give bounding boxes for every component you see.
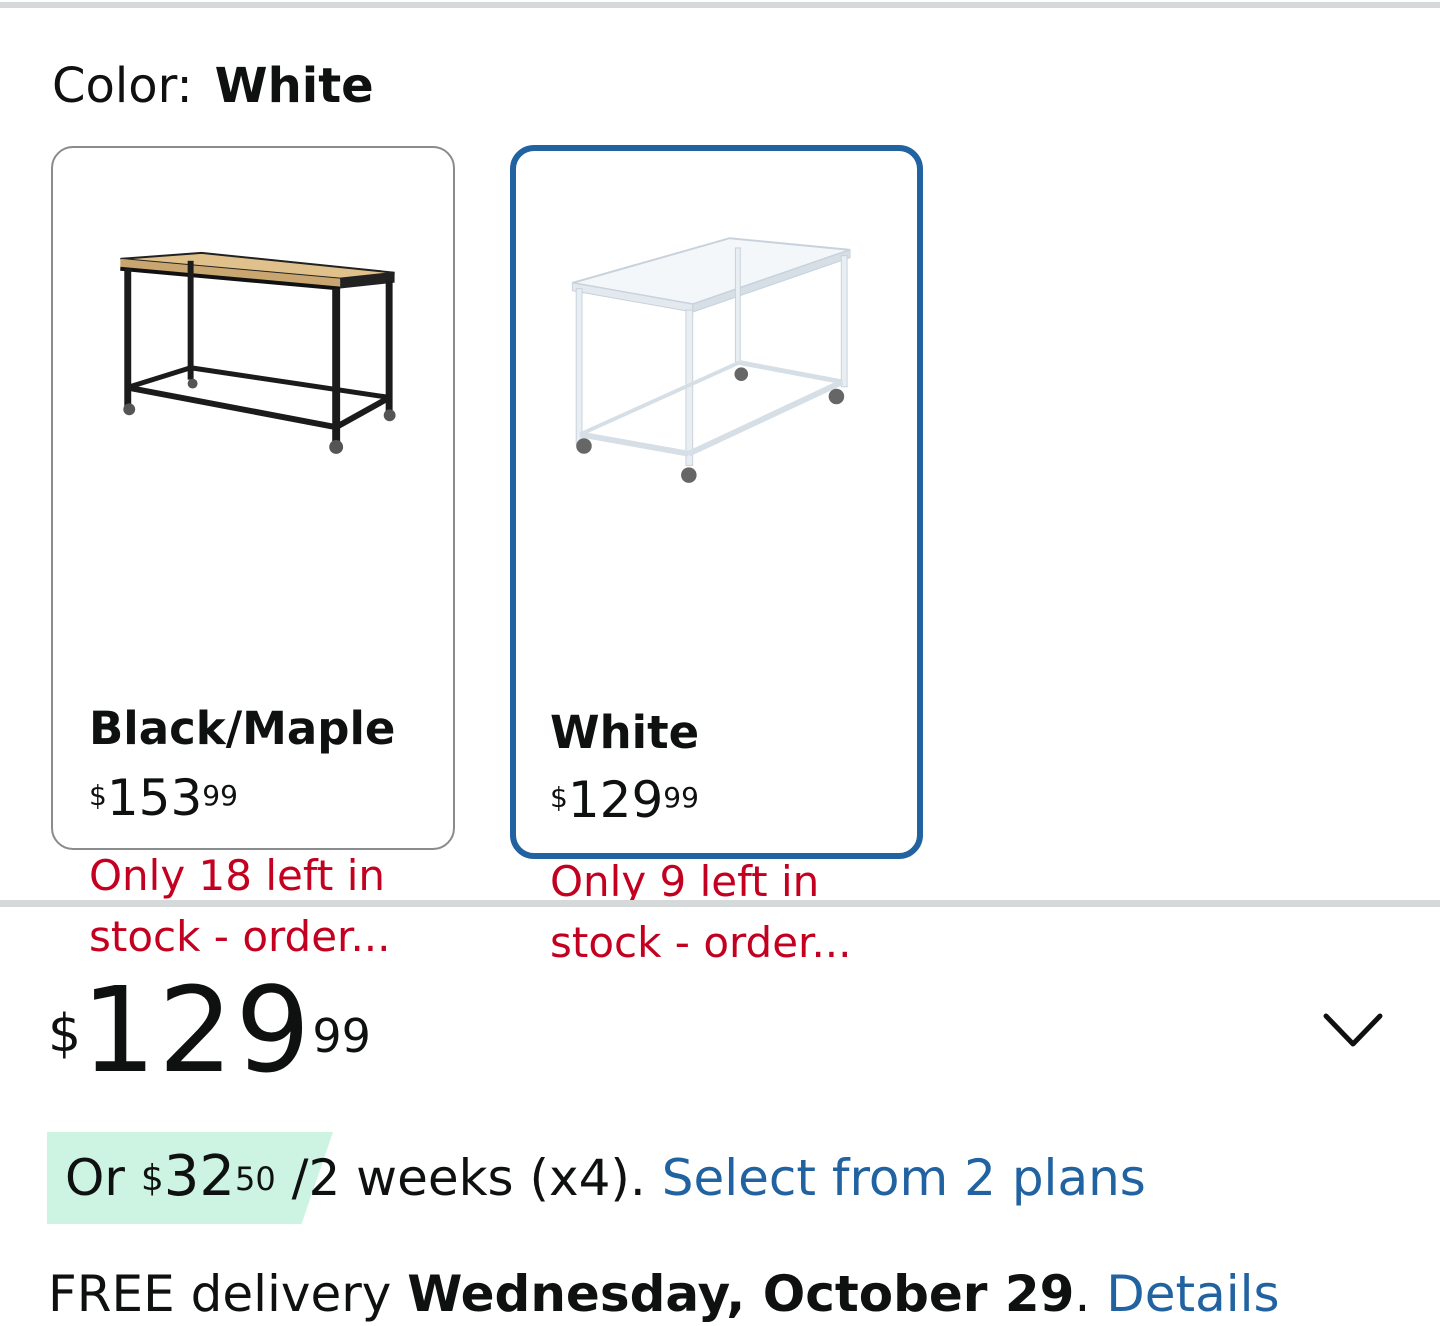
installment-prefix: Or [65, 1149, 125, 1207]
currency-symbol: $ [48, 1004, 82, 1064]
swatch-white[interactable]: White $12999 Only 9 left in stock - orde… [510, 145, 923, 967]
price-fraction: 99 [202, 779, 238, 812]
section-divider [0, 900, 1440, 907]
delivery-separator: . [1074, 1265, 1091, 1323]
price-whole: 129 [81, 961, 313, 1099]
price-whole: 153 [106, 769, 203, 827]
installment-row: Or $3250 /2 weeks (x4). Select from 2 pl… [65, 1142, 1146, 1213]
swatch-price: $12999 [550, 772, 699, 840]
white-desk-image [571, 237, 851, 483]
price-fraction: 99 [312, 1009, 371, 1063]
delivery-date: Wednesday, October 29 [407, 1265, 1075, 1323]
stock-warning-line: stock - order... [550, 918, 852, 967]
stock-warning: Only 9 left in stock - order... [550, 851, 852, 973]
price-fraction: 99 [663, 781, 699, 814]
delivery-details-link[interactable]: Details [1106, 1265, 1279, 1323]
installment-whole: 32 [163, 1144, 235, 1209]
stock-warning-line: stock - order... [89, 912, 391, 961]
swatch-price: $15399 [89, 770, 238, 838]
main-price: $12999 [48, 965, 371, 1131]
delivery-prefix: FREE delivery [48, 1265, 392, 1323]
color-label: Color: [52, 58, 193, 114]
selected-color-value: White [214, 58, 374, 114]
color-variation-header: Color: White [52, 54, 374, 118]
black-maple-desk-image [120, 251, 396, 454]
top-divider [0, 2, 1440, 8]
installment-terms: /2 weeks (x4). [291, 1149, 646, 1207]
installment-fraction: 50 [235, 1160, 276, 1198]
currency-symbol: $ [140, 1158, 164, 1199]
swatch-name: White [550, 706, 700, 759]
select-plans-link[interactable]: Select from 2 plans [662, 1149, 1146, 1207]
price-whole: 129 [567, 771, 664, 829]
delivery-info: FREE delivery Wednesday, October 29. Det… [48, 1262, 1280, 1326]
stock-warning-line: Only 18 left in [89, 851, 386, 900]
currency-symbol: $ [89, 779, 107, 812]
swatch-name: Black/Maple [89, 702, 396, 755]
swatch-black-maple[interactable]: Black/Maple $15399 Only 18 left in stock… [51, 146, 455, 961]
currency-symbol: $ [550, 781, 568, 814]
chevron-down-icon[interactable] [1320, 1004, 1386, 1054]
